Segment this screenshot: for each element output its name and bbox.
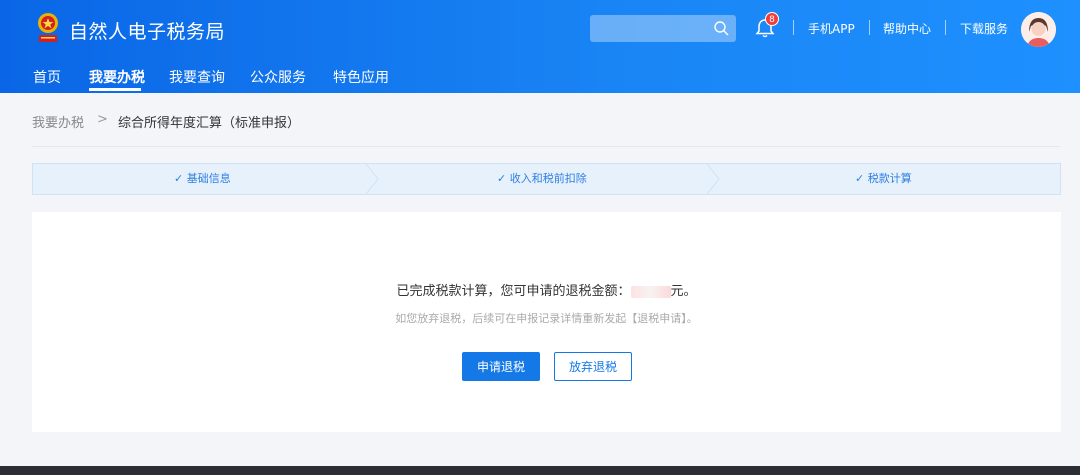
nav-featured-apps[interactable]: 特色应用 (333, 67, 389, 87)
apply-refund-button[interactable]: 申请退税 (462, 352, 540, 381)
nav-tax-handling[interactable]: 我要办税 (89, 67, 145, 87)
divider (32, 146, 1060, 147)
breadcrumb-separator: > (97, 112, 108, 127)
site-title[interactable]: 自然人电子税务局 (69, 17, 225, 44)
refund-amount (630, 285, 671, 298)
refund-hint: 如您放弃退税，后续可在申报记录详情重新发起【退税申请】。 (395, 312, 698, 325)
abandon-refund-button[interactable]: 放弃退税 (554, 352, 632, 381)
avatar[interactable] (1021, 12, 1056, 47)
download-service-link[interactable]: 下载服务 (960, 20, 1008, 37)
nav-public-service[interactable]: 公众服务 (250, 67, 306, 87)
search-icon[interactable] (713, 20, 730, 37)
user-avatar-icon (1021, 12, 1056, 47)
result-card: 已完成税款计算，您可申请的退税金额： 元。 如您放弃退税，后续可在申报记录详情重新… (32, 212, 1061, 432)
nav-inquiry[interactable]: 我要查询 (169, 67, 225, 87)
footer-bar (0, 466, 1080, 475)
chevron-right-icon (365, 164, 379, 194)
step-income-deduction[interactable]: ✓ 收入和税前扣除 (497, 164, 587, 194)
chevron-right-icon (706, 164, 720, 194)
refund-message-prefix: 已完成税款计算，您可申请的退税金额： (396, 284, 631, 299)
nav-home[interactable]: 首页 (33, 67, 61, 87)
divider (793, 20, 794, 35)
progress-steps: ✓ 基础信息 ✓ 收入和税前扣除 ✓ 税款计算 (32, 163, 1061, 195)
mobile-app-link[interactable]: 手机APP (808, 20, 855, 37)
step-tax-calculation[interactable]: ✓ 税款计算 (855, 164, 912, 194)
breadcrumb-current: 综合所得年度汇算（标准申报） (118, 116, 301, 131)
breadcrumb-parent[interactable]: 我要办税 (32, 112, 84, 131)
nav-active-indicator (89, 88, 141, 91)
top-header: 自然人电子税务局 8 手机APP 帮助中心 下载服务 首页 我要办税 我要查询 … (0, 0, 1080, 93)
divider (945, 20, 946, 35)
step-basic-info[interactable]: ✓ 基础信息 (174, 164, 231, 194)
notification-badge: 8 (765, 12, 779, 26)
help-center-link[interactable]: 帮助中心 (883, 20, 931, 37)
refund-message: 已完成税款计算，您可申请的退税金额： 元。 (32, 280, 1061, 299)
search-input[interactable] (590, 15, 736, 42)
refund-message-suffix: 元。 (670, 284, 697, 299)
divider (869, 20, 870, 35)
tax-emblem-icon[interactable] (35, 11, 61, 45)
